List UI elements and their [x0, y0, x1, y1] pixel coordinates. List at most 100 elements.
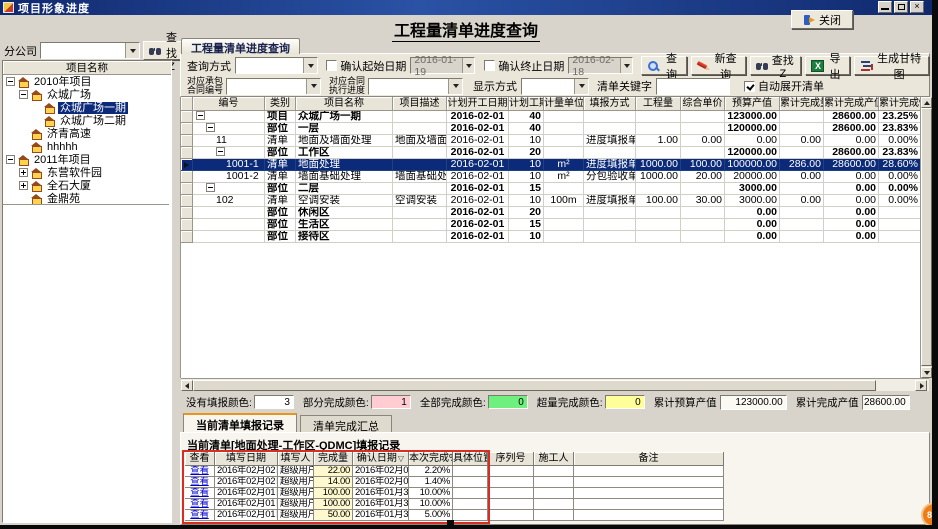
tree-item[interactable]: 众城广场二期 [3, 114, 171, 127]
tree-item[interactable]: 2011年项目 [3, 153, 171, 166]
query-mode-select[interactable] [235, 57, 318, 74]
dropdown-arrow-icon[interactable] [306, 79, 320, 94]
collapse-icon[interactable] [196, 111, 205, 120]
dropdown-arrow-icon[interactable] [448, 79, 462, 94]
vertical-scrollbar[interactable] [920, 97, 931, 378]
tree-splitter[interactable] [3, 204, 169, 207]
start-date-checkbox[interactable] [326, 60, 337, 71]
report-cell-8 [534, 510, 574, 521]
report-column-header-6[interactable]: 具体位置 [453, 452, 488, 466]
tree-item[interactable]: 2010年项目 [3, 75, 171, 88]
start-date-select[interactable]: 2016-01-19 [410, 57, 475, 74]
restore-button[interactable] [894, 1, 908, 13]
horizontal-scrollbar[interactable] [181, 378, 929, 391]
grid-row[interactable]: 部位生活区2016-02-01150.000.00 [181, 219, 920, 231]
grid-column-header-0[interactable]: 编号 [193, 97, 265, 111]
grid-column-header-5[interactable]: 计划工期 [509, 97, 544, 111]
scroll-up-icon[interactable] [921, 97, 932, 108]
view-link[interactable]: 查看 [185, 499, 215, 510]
view-link[interactable]: 查看 [185, 466, 215, 477]
expand-icon[interactable] [19, 168, 28, 177]
view-link[interactable]: 查看 [185, 477, 215, 488]
grid-column-header-7[interactable]: 填报方式 [584, 97, 636, 111]
close-button[interactable]: 关闭 [791, 10, 853, 29]
grid-column-header-12[interactable]: 累计完成产值 [824, 97, 879, 111]
dropdown-arrow-icon[interactable] [303, 58, 317, 73]
view-link[interactable]: 查看 [185, 488, 215, 499]
excel-button[interactable]: 导出 [805, 56, 850, 75]
expand-icon[interactable] [19, 181, 28, 190]
grid-row[interactable]: 部位二层2016-02-01153000.000.000.00% [181, 183, 920, 195]
grid-column-header-8[interactable]: 工程量 [636, 97, 681, 111]
end-date-select[interactable]: 2016-02-18 [568, 57, 633, 74]
bottom-tab-0[interactable]: 当前清单填报记录 [183, 413, 297, 433]
collapse-icon[interactable] [6, 155, 15, 164]
contract-progress-select[interactable] [368, 78, 463, 95]
grid-row[interactable]: 部位一层2016-02-0140120000.0028600.0023.83% [181, 123, 920, 135]
vertical-scroll-thumb[interactable] [921, 108, 932, 366]
report-column-header-9[interactable]: 备注 [574, 452, 724, 466]
close-window-button[interactable]: × [910, 1, 924, 13]
branch-select[interactable] [40, 42, 140, 59]
scroll-left-icon[interactable] [181, 380, 193, 391]
grid-column-header-10[interactable]: 预算产值 [725, 97, 780, 111]
dropdown-arrow-icon[interactable] [574, 79, 588, 94]
collapse-icon[interactable] [206, 123, 215, 132]
grid-row[interactable]: 项目众城广场一期2016-02-0140123000.0028600.0023.… [181, 111, 920, 123]
grid-cell-method [584, 123, 636, 135]
display-mode-select[interactable] [521, 78, 589, 95]
keyword-input[interactable] [656, 78, 730, 95]
auto-expand-checkbox[interactable] [744, 81, 755, 92]
tree-item[interactable]: 全石大厦 [3, 179, 171, 192]
grid-row[interactable]: 部位休闲区2016-02-01200.000.00 [181, 207, 920, 219]
grid-column-header-1[interactable]: 类别 [265, 97, 296, 111]
grid-column-header-2[interactable]: 项目名称 [296, 97, 393, 111]
tree-item[interactable]: 众城广场 [3, 88, 171, 101]
scroll-right-icon[interactable] [915, 380, 927, 391]
grid-column-header-6[interactable]: 计量单位 [544, 97, 584, 111]
tree-item[interactable]: 东营软件园 [3, 166, 171, 179]
end-date-checkbox[interactable] [484, 60, 495, 71]
collapse-icon[interactable] [6, 77, 15, 86]
report-column-header-4[interactable]: 确认日期▽ [353, 452, 409, 466]
report-column-header-5[interactable]: 本次完成% [409, 452, 453, 466]
tree-item[interactable]: hhhhh [3, 140, 171, 153]
grid-column-header-3[interactable]: 项目描述 [393, 97, 447, 111]
report-column-header-0[interactable]: 查看 [185, 452, 215, 466]
tab-quantity-list-query[interactable]: 工程量清单进度查询 [181, 38, 300, 54]
dropdown-arrow-icon[interactable] [125, 43, 139, 58]
collapse-icon[interactable] [206, 183, 215, 192]
new-button[interactable]: 新查询 [691, 56, 746, 75]
scroll-down-icon[interactable] [921, 367, 932, 378]
report-column-header-2[interactable]: 填写人 [278, 452, 314, 466]
report-column-header-1[interactable]: 填写日期 [215, 452, 278, 466]
sidebar-find-button[interactable]: 查找Z [143, 41, 185, 60]
grid-row[interactable]: 1001-2清单墙面基础处理墙面基础处理2016-02-0110m²分包验收单1… [181, 171, 920, 183]
report-column-header-7[interactable]: 序列号 [488, 452, 534, 466]
grid-column-header-11[interactable]: 累计完成量 [780, 97, 824, 111]
grid-column-header-4[interactable]: 计划开工日期 [447, 97, 509, 111]
report-column-header-8[interactable]: 施工人 [534, 452, 574, 466]
dropdown-arrow-icon[interactable] [462, 58, 474, 73]
search-button[interactable]: 查询 [641, 56, 686, 75]
grid-row[interactable]: 1001-1清单地面处理2016-02-0110m²进度填报单1000.0010… [181, 159, 920, 171]
grid-row[interactable]: 11清单地面及墙面处理地面及墙面处理2016-02-0110进度填报单1.000… [181, 135, 920, 147]
horizontal-scroll-thumb[interactable] [193, 380, 876, 391]
report-column-header-3[interactable]: 完成量 [314, 452, 353, 466]
grid-column-header-13[interactable]: 累计完成% [879, 97, 921, 111]
minimize-button[interactable] [878, 1, 892, 13]
view-link[interactable]: 查看 [185, 510, 215, 521]
grid-column-header-9[interactable]: 综合单价 [681, 97, 725, 111]
gantt-button[interactable]: 生成甘特图 [854, 56, 929, 75]
tree-item[interactable]: 众城广场一期 [3, 101, 171, 114]
collapse-icon[interactable] [216, 147, 225, 156]
grid-row[interactable]: 部位工作区2016-02-0120120000.0028600.0023.83% [181, 147, 920, 159]
collapse-icon[interactable] [19, 90, 28, 99]
dropdown-arrow-icon[interactable] [620, 58, 632, 73]
bottom-tab-1[interactable]: 清单完成汇总 [300, 415, 392, 433]
binoculars-button[interactable]: 查找Z [750, 56, 801, 75]
tree-item[interactable]: 济青高速 [3, 127, 171, 140]
grid-row[interactable]: 部位接待区2016-02-01100.000.00 [181, 231, 920, 243]
grid-row[interactable]: 102清单空调安装空调安装2016-02-0110100m进度填报单100.00… [181, 195, 920, 207]
contract-number-select[interactable] [226, 78, 321, 95]
